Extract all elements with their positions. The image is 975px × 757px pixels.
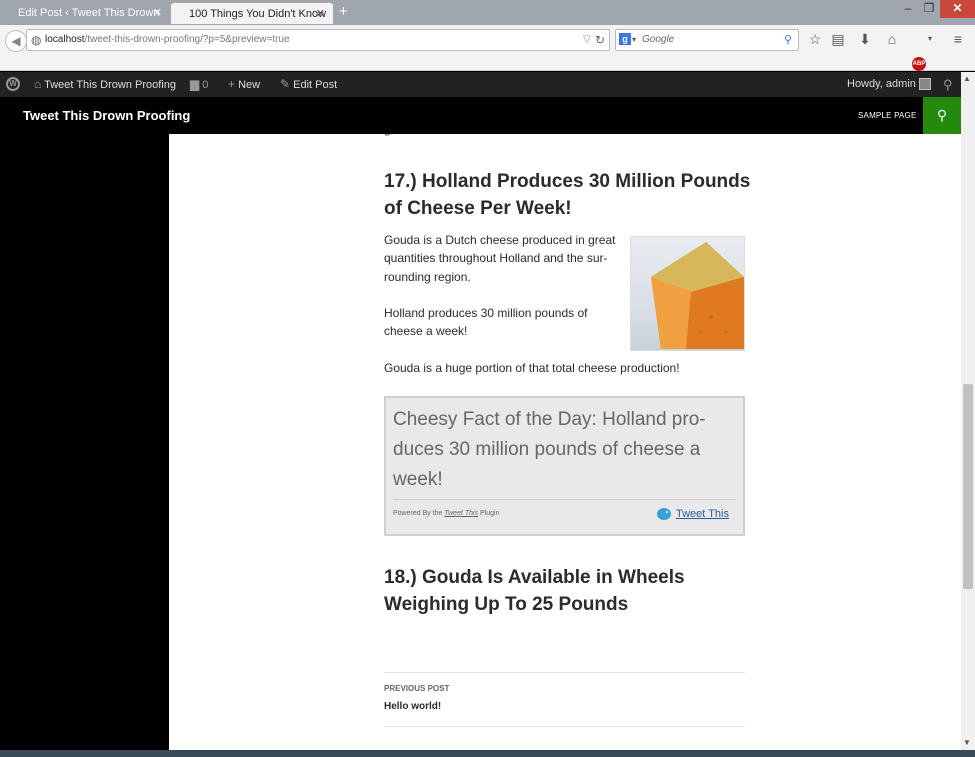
search-icon[interactable]: ⚲ — [784, 30, 792, 50]
post-heading-17: 17.) Holland Produces 30 Million Pounds … — [384, 171, 751, 219]
plus-icon: + — [228, 77, 236, 91]
search-icon[interactable]: ⚲ — [923, 97, 961, 134]
previous-post-link[interactable]: Hello world! — [384, 701, 441, 712]
site-header: Tweet This Drown Proofing SAMPLE PAGE ⚲ — [0, 97, 961, 134]
comments-count: 0 — [202, 79, 209, 91]
minimize-button[interactable]: – — [897, 0, 919, 18]
search-bar[interactable]: g ▾ Google ⚲ — [615, 29, 799, 51]
browser-tab-bar: Edit Post ‹ Tweet This Drown Pr... ✕ 100… — [0, 0, 975, 42]
tab-edit-post[interactable]: Edit Post ‹ Tweet This Drown Pr... ✕ — [0, 2, 170, 41]
close-icon[interactable]: ✕ — [316, 3, 325, 25]
tweet-quote-text[interactable]: Cheesy Fact of the Day: Holland pro-duce… — [393, 405, 723, 495]
avatar[interactable] — [919, 78, 931, 90]
url-text: localhost/tweet-this-drown-proofing/?p=5… — [45, 34, 290, 45]
post-content: g 17.) Holland Produces 30 Million Pound… — [169, 134, 961, 750]
divider — [384, 672, 745, 673]
admin-comments-link[interactable]: ▆ 0 — [190, 72, 208, 98]
history-dropdown-icon[interactable]: ▽ — [583, 31, 591, 49]
engine-dropdown-icon[interactable]: ▾ — [632, 30, 636, 50]
post-paragraph: Gouda is a Dutch cheese produced in grea… — [384, 233, 616, 284]
admin-new-label: New — [238, 79, 261, 91]
cut-off-text: g — [384, 134, 391, 136]
admin-site-name: Tweet This Drown Proofing — [44, 79, 176, 91]
wordpress-logo-icon[interactable]: W — [6, 77, 20, 91]
wp-admin-bar: W ⌂ Tweet This Drown Proofing ▆ 0 + New … — [0, 72, 961, 97]
left-sidebar — [0, 134, 169, 750]
admin-site-link[interactable]: ⌂ Tweet This Drown Proofing — [34, 72, 176, 98]
plugin-link[interactable]: Tweet This — [444, 510, 478, 517]
bookmark-star-icon[interactable]: ☆ — [805, 29, 825, 49]
twitter-bird-icon — [656, 507, 672, 521]
browser-navigation-bar: ◀ ◍ localhost/tweet-this-drown-proofing/… — [0, 25, 975, 71]
menu-icon[interactable]: ≡ — [948, 29, 968, 49]
post-heading-18: 18.) Gouda Is Available in Wheels Weighi… — [384, 567, 685, 615]
home-icon[interactable]: ⌂ — [882, 29, 902, 49]
downloads-icon[interactable]: ⬇ — [855, 29, 875, 49]
scroll-down-arrow-icon[interactable]: ▼ — [963, 738, 971, 747]
scrollbar-thumb[interactable] — [963, 384, 973, 589]
admin-edit-label: Edit Post — [293, 79, 338, 91]
window-close-button[interactable]: ✕ — [940, 0, 975, 18]
admin-edit-post-link[interactable]: ✎ Edit Post — [280, 72, 337, 98]
powered-by-text: Powered By the Tweet This Plugin — [393, 510, 500, 517]
close-icon[interactable]: ✕ — [153, 2, 162, 24]
new-tab-button[interactable]: + — [339, 4, 348, 20]
maximize-button[interactable]: ❐ — [918, 0, 940, 18]
back-button[interactable]: ◀ — [5, 30, 27, 52]
post-paragraph: Holland produces 30 million pounds of ch… — [384, 306, 588, 339]
home-icon: ⌂ — [34, 77, 42, 91]
google-engine-icon[interactable]: g — [619, 33, 631, 45]
nav-sample-page[interactable]: SAMPLE PAGE — [858, 97, 917, 134]
search-input[interactable]: Google — [642, 30, 674, 50]
admin-new-link[interactable]: + New — [228, 72, 260, 98]
adblock-icon[interactable]: ABP — [912, 57, 926, 71]
bookmarks-list-icon[interactable]: ▤ — [828, 29, 848, 49]
divider — [393, 499, 736, 500]
scroll-up-arrow-icon[interactable]: ▲ — [963, 74, 971, 83]
divider — [384, 726, 745, 727]
site-title[interactable]: Tweet This Drown Proofing — [23, 97, 190, 134]
comment-icon: ▆ — [190, 77, 200, 91]
admin-account-link[interactable]: Howdy, admin — [847, 72, 916, 97]
gouda-cheese-image — [630, 236, 745, 351]
tab-100-things[interactable]: 100 Things You Didn't Know A... ✕ — [170, 2, 334, 42]
tweet-this-box: Cheesy Fact of the Day: Holland pro-duce… — [384, 396, 745, 536]
search-icon[interactable]: ⚲ — [943, 72, 953, 97]
post-paragraph: Gouda is a huge portion of that total ch… — [384, 361, 680, 375]
adblock-dropdown-icon[interactable]: ▾ — [925, 29, 935, 49]
tweet-this-link[interactable]: Tweet This — [676, 508, 729, 520]
url-bar[interactable]: ◍ localhost/tweet-this-drown-proofing/?p… — [26, 29, 610, 51]
previous-post-label: PREVIOUS POST — [384, 684, 450, 693]
page-scrollbar[interactable]: ▲ ▼ — [961, 72, 975, 750]
globe-icon: ◍ — [31, 33, 42, 47]
pencil-icon: ✎ — [280, 77, 291, 91]
os-taskbar — [0, 750, 975, 757]
reload-icon[interactable]: ↻ — [595, 31, 605, 49]
